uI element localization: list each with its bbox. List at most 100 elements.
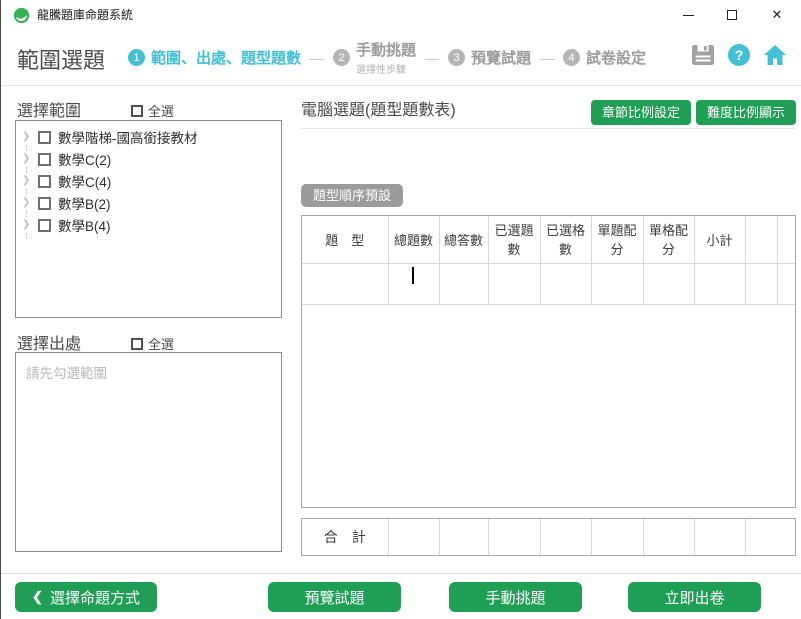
- col-header-empty: [777, 216, 795, 263]
- source-select-all[interactable]: 全選: [131, 334, 174, 353]
- minimize-icon: [683, 15, 694, 16]
- manual-pick-button[interactable]: 手動挑題: [449, 582, 582, 612]
- chevron-right-icon[interactable]: ❯: [22, 132, 34, 142]
- source-list[interactable]: 請先勾選範圍: [15, 352, 282, 552]
- chevron-right-icon[interactable]: ❯: [22, 220, 34, 230]
- home-icon[interactable]: [763, 44, 787, 66]
- source-select-all-checkbox[interactable]: [131, 338, 143, 350]
- tree-item-math-c2[interactable]: ❯ 數學C(2): [16, 148, 281, 170]
- footer-divider: [1, 573, 801, 574]
- tree-item-checkbox[interactable]: [38, 197, 51, 210]
- minimize-button[interactable]: [666, 0, 710, 30]
- cell-selected-questions[interactable]: [488, 263, 540, 304]
- question-type-table: 題 型 總題數 總答數 已選題數 已選格數 單題配分 單格配分 小計: [301, 215, 796, 508]
- step-4-paper-settings[interactable]: 4 試卷設定: [563, 47, 646, 68]
- step-4-number: 4: [563, 49, 580, 66]
- step-4-label: 試卷設定: [586, 47, 646, 68]
- maximize-icon: [727, 10, 737, 20]
- computer-pick-title: 電腦選題(題型題數表): [301, 96, 456, 120]
- back-button-label: 選擇命題方式: [50, 587, 140, 608]
- total-cell: [694, 519, 745, 555]
- cell-subtotal[interactable]: [694, 263, 745, 304]
- source-select-all-label: 全選: [148, 334, 174, 353]
- range-select-all-label: 全選: [148, 101, 174, 120]
- difficulty-ratio-button[interactable]: 難度比例顯示: [696, 100, 796, 125]
- range-select-all[interactable]: 全選: [131, 101, 174, 120]
- tree-item-math-b4[interactable]: ❯ 數學B(4): [16, 214, 281, 236]
- tree-item-checkbox[interactable]: [38, 153, 51, 166]
- cell-points-per-question[interactable]: [591, 263, 643, 304]
- table-data-row: [302, 263, 795, 304]
- cell-empty[interactable]: [777, 263, 795, 304]
- page-title: 範圍選題: [17, 43, 105, 75]
- back-to-mode-button[interactable]: ❮ 選擇命題方式: [15, 582, 157, 612]
- close-button[interactable]: ✕: [755, 0, 799, 30]
- col-header-points-per-question: 單題配分: [591, 216, 643, 263]
- header-divider: [1, 85, 801, 86]
- total-cell: [439, 519, 488, 555]
- cell-points-per-blank[interactable]: [643, 263, 694, 304]
- help-icon[interactable]: ?: [728, 44, 750, 66]
- step-2-sublabel: 選擇性步驟: [356, 61, 406, 76]
- cell-type[interactable]: [302, 263, 388, 304]
- tree-item-checkbox[interactable]: [38, 219, 51, 232]
- generate-paper-button[interactable]: 立即出卷: [628, 582, 761, 612]
- tree-item-checkbox[interactable]: [38, 131, 51, 144]
- app-window: 龍騰題庫命題系統 ✕ 範圍選題 1 範圍、出處、題型題數 — 2 手動挑題 選擇…: [0, 0, 801, 619]
- chevron-right-icon[interactable]: ❯: [22, 198, 34, 208]
- tree-item-label: 數學階梯-國高銜接教材: [58, 127, 198, 147]
- total-label: 合 計: [302, 519, 388, 555]
- step-1-label: 範圍、出處、題型題數: [151, 47, 301, 68]
- close-icon: ✕: [772, 7, 783, 23]
- chevron-right-icon[interactable]: ❯: [22, 176, 34, 186]
- total-cell: [540, 519, 591, 555]
- chevron-left-icon: ❮: [32, 589, 43, 605]
- type-order-preset-button[interactable]: 題型順序預設: [301, 184, 403, 207]
- tree-item-label: 數學B(4): [58, 215, 111, 235]
- step-indicator: 1 範圍、出處、題型題數 — 2 手動挑題 選擇性步驟 — 3 預覽試題 — 4…: [128, 30, 646, 85]
- app-title: 龍騰題庫命題系統: [37, 0, 133, 30]
- text-caret: [412, 267, 414, 284]
- tree-item-label: 數學C(2): [58, 149, 111, 169]
- step-3-preview[interactable]: 3 預覽試題: [448, 47, 531, 68]
- chapter-ratio-button[interactable]: 章節比例設定: [591, 100, 691, 125]
- preview-questions-button[interactable]: 預覽試題: [268, 582, 401, 612]
- col-header-points-per-blank: 單格配分: [643, 216, 694, 263]
- tree-item-checkbox[interactable]: [38, 175, 51, 188]
- col-header-empty: [745, 216, 777, 263]
- source-placeholder: 請先勾選範圍: [16, 353, 281, 391]
- range-section-title: 選擇範圍: [17, 97, 81, 121]
- range-select-all-checkbox[interactable]: [131, 105, 143, 117]
- step-separator: —: [425, 50, 439, 66]
- cell-total-questions[interactable]: [388, 263, 439, 304]
- total-cell: [388, 519, 439, 555]
- tree-item-math-c4[interactable]: ❯ 數學C(4): [16, 170, 281, 192]
- maximize-button[interactable]: [710, 0, 754, 30]
- save-icon[interactable]: [691, 44, 715, 66]
- source-section-title: 選擇出處: [17, 330, 81, 354]
- step-2-number: 2: [333, 49, 350, 66]
- col-header-total-questions: 總題數: [388, 216, 439, 263]
- step-1-range[interactable]: 1 範圍、出處、題型題數: [128, 47, 301, 68]
- step-separator: —: [310, 50, 324, 66]
- total-cell: [591, 519, 643, 555]
- col-header-selected-questions: 已選題數: [488, 216, 540, 263]
- step-2-manual-pick[interactable]: 2 手動挑題 選擇性步驟: [333, 39, 416, 76]
- step-3-label: 預覽試題: [471, 47, 531, 68]
- col-header-subtotal: 小計: [694, 216, 745, 263]
- page-header: 範圍選題 1 範圍、出處、題型題數 — 2 手動挑題 選擇性步驟 — 3 預覽試…: [1, 30, 801, 85]
- total-cell: [488, 519, 540, 555]
- header-icons: ?: [691, 44, 787, 66]
- cell-total-answers[interactable]: [439, 263, 488, 304]
- cell-empty[interactable]: [745, 263, 777, 304]
- step-1-number: 1: [128, 49, 145, 66]
- title-bar: 龍騰題庫命題系統 ✕: [1, 0, 801, 30]
- total-row: 合 計: [301, 518, 796, 556]
- tree-item-math-b2[interactable]: ❯ 數學B(2): [16, 192, 281, 214]
- main-divider: [301, 128, 795, 129]
- chevron-right-icon[interactable]: ❯: [22, 154, 34, 164]
- cell-selected-blanks[interactable]: [540, 263, 591, 304]
- range-tree: ❯ 數學階梯-國高銜接教材 ❯ 數學C(2) ❯ 數學C(4) ❯ 數學B(2)…: [15, 120, 282, 318]
- col-header-selected-blanks: 已選格數: [540, 216, 591, 263]
- tree-item-math-ladder[interactable]: ❯ 數學階梯-國高銜接教材: [16, 126, 281, 148]
